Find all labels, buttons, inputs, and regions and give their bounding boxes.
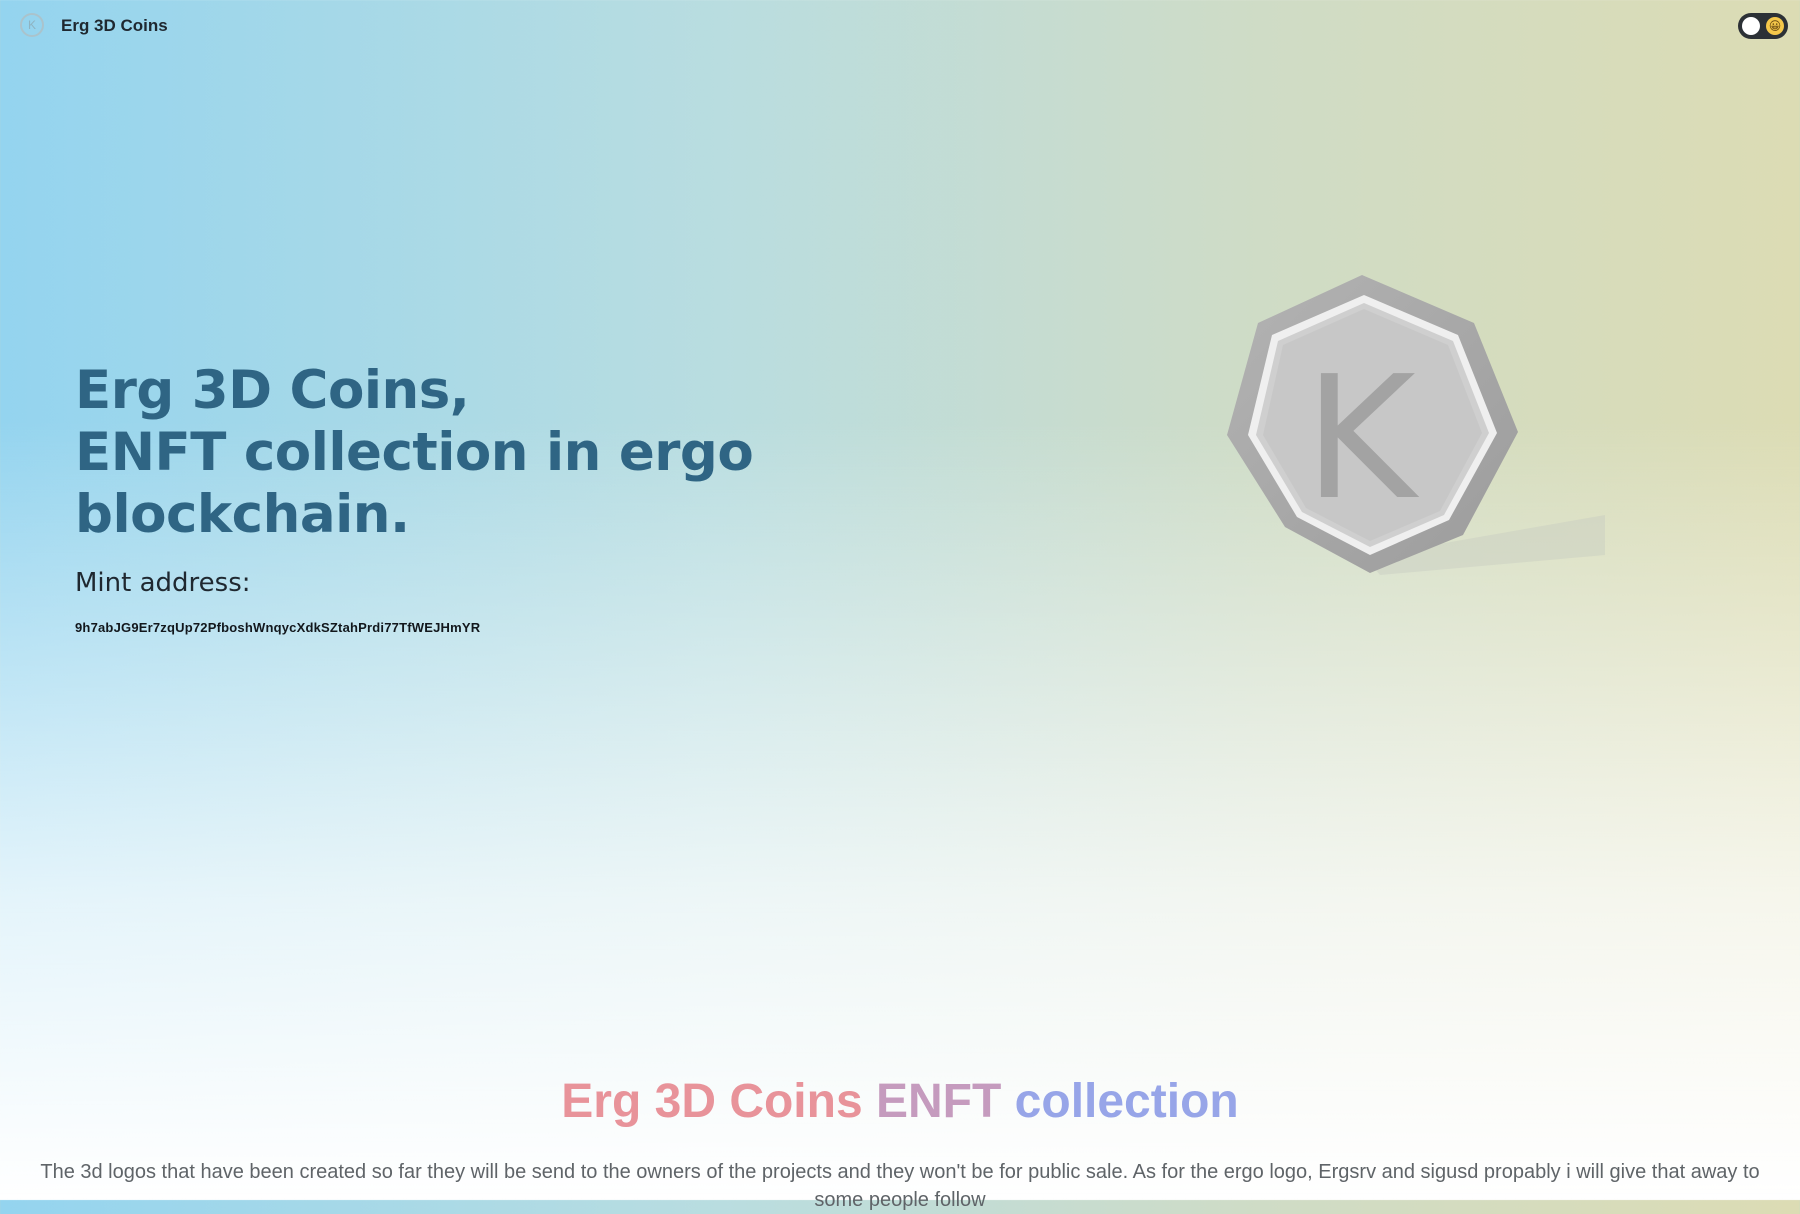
mint-address-value[interactable]: 9h7abJG9Er7zqUp72PfboshWnqycXdkSZtahPrdi… bbox=[75, 620, 1075, 635]
coin-letter: K bbox=[1304, 340, 1420, 538]
hero-section: Erg 3D Coins, ENFT collection in ergo bl… bbox=[75, 360, 1075, 635]
brand-title[interactable]: Erg 3D Coins bbox=[61, 16, 168, 36]
mint-address-label: Mint address: bbox=[75, 568, 251, 598]
coin-svg: K bbox=[1227, 275, 1605, 575]
collection-title-part-1: Erg 3D Coins bbox=[561, 1075, 863, 1128]
coin-3d-image: K bbox=[1210, 265, 1620, 585]
toggle-knob bbox=[1742, 17, 1760, 35]
collection-title: Erg 3D Coins ENFT collection bbox=[0, 1074, 1800, 1129]
emoji-face-icon: 😀 bbox=[1766, 17, 1784, 35]
brand-logo-icon[interactable]: K bbox=[20, 13, 44, 37]
hero-title: Erg 3D Coins, ENFT collection in ergo bl… bbox=[75, 360, 1075, 546]
top-bar: K Erg 3D Coins 😀 bbox=[0, 0, 1800, 52]
collection-title-part-3: collection bbox=[1014, 1075, 1239, 1128]
collection-title-part-2: ENFT bbox=[876, 1075, 1002, 1128]
collection-description: The 3d logos that have been created so f… bbox=[40, 1161, 1760, 1211]
hero-title-line-1: Erg 3D Coins, bbox=[75, 360, 470, 421]
brand-logo-letter: K bbox=[27, 18, 36, 32]
hero-title-line-2: ENFT collection in ergo blockchain. bbox=[75, 422, 754, 545]
theme-toggle[interactable]: 😀 bbox=[1738, 13, 1788, 39]
